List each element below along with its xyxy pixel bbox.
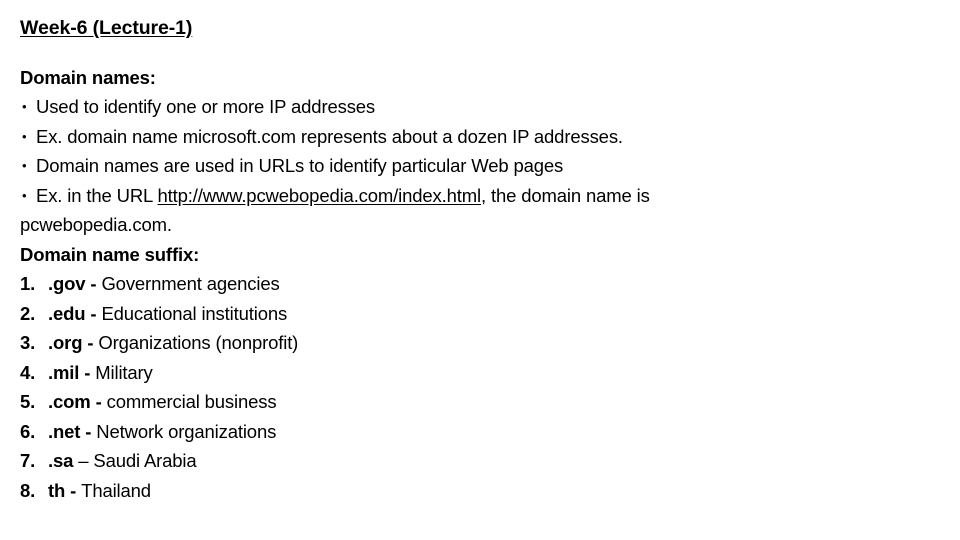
list-item-token: th [48, 479, 66, 501]
list-item-description: Government agencies [101, 273, 280, 294]
list-item: 1. .gov - Government agencies [20, 269, 940, 299]
list-item-separator: - [90, 391, 107, 412]
list-item-description: Organizations (nonprofit) [98, 332, 299, 353]
bullet-item: • Used to identify one or more IP addres… [20, 92, 940, 122]
bullet-icon: • [22, 187, 27, 203]
bullet-text-prefix: Ex. in the URL [36, 184, 158, 206]
list-item: 2. .edu - Educational institutions [20, 299, 940, 329]
slide-title: Week-6 (Lecture-1) [20, 14, 940, 44]
bullet-icon: • [22, 99, 27, 114]
list-item-description: Saudi Arabia [93, 450, 197, 471]
domain-names-heading: Domain names: [20, 66, 156, 88]
list-item-separator: – [73, 450, 94, 471]
bullet-icon: • [22, 128, 27, 144]
list-item-description: Thailand [81, 479, 151, 501]
list-item: 8. th - Thailand [20, 476, 940, 506]
bullet-item-text: Ex. domain name microsoft.com represents… [36, 125, 623, 147]
domain-suffix-heading: Domain name suffix: [20, 243, 200, 265]
list-item-number: 5. [20, 391, 36, 412]
list-item-token: .mil [48, 361, 80, 383]
bullet-item: • Domain names are used in URLs to ident… [20, 151, 940, 181]
list-item: 4. .mil - Military [20, 358, 940, 388]
slide-content: Week-6 (Lecture-1) Domain names: • Used … [20, 14, 940, 505]
bullet-item-text: Used to identify one or more IP addresse… [36, 96, 376, 117]
list-item-number: 3. [20, 332, 36, 353]
url-continuation-text: pcwebopedia.com. [20, 214, 172, 235]
list-item-description: Educational institutions [101, 302, 288, 324]
bullet-item: • Ex. domain name microsoft.com represen… [20, 122, 940, 152]
list-item-token: .edu [48, 302, 86, 324]
slide-canvas: Week-6 (Lecture-1) Domain names: • Used … [0, 0, 960, 540]
list-item-separator: - [79, 361, 96, 383]
list-item-token: .sa [48, 450, 74, 471]
list-item-separator: - [82, 332, 99, 353]
list-item-number: 4. [20, 361, 36, 383]
list-item-separator: - [80, 420, 97, 442]
bullet-icon: • [22, 158, 27, 173]
list-item-description: commercial business [106, 391, 277, 412]
slide-title-text: Week-6 (Lecture-1) [20, 17, 193, 39]
list-item-separator: - [85, 302, 102, 324]
list-item-token: .net [48, 420, 81, 442]
url-link[interactable]: http://www.pcwebopedia.com/index.html [157, 185, 481, 206]
list-item-description: Military [95, 361, 153, 383]
bullet-text-suffix: , the domain name is [481, 184, 650, 206]
list-item-number: 7. [20, 450, 36, 471]
bullet-item-text: Domain names are used in URLs to identif… [36, 155, 564, 176]
list-item-token: .com [48, 391, 91, 412]
list-item-number: 2. [20, 302, 36, 324]
list-item: 6. .net - Network organizations [20, 417, 940, 447]
list-item-number: 8. [20, 479, 36, 501]
list-item-description: Network organizations [96, 420, 277, 442]
list-item: 3. .org - Organizations (nonprofit) [20, 328, 940, 358]
list-item-token: .gov [48, 273, 86, 294]
bullet-item-with-url: • Ex. in the URL http://www.pcwebopedia.c… [20, 181, 940, 211]
list-item-number: 1. [20, 273, 36, 294]
list-item-separator: - [85, 273, 102, 294]
list-item-number: 6. [20, 420, 36, 442]
list-item: 7. .sa – Saudi Arabia [20, 446, 940, 476]
list-item-separator: - [65, 479, 82, 501]
list-item: 5. .com - commercial business [20, 387, 940, 417]
title-spacer [20, 44, 940, 63]
list-item-token: .org [48, 332, 83, 353]
